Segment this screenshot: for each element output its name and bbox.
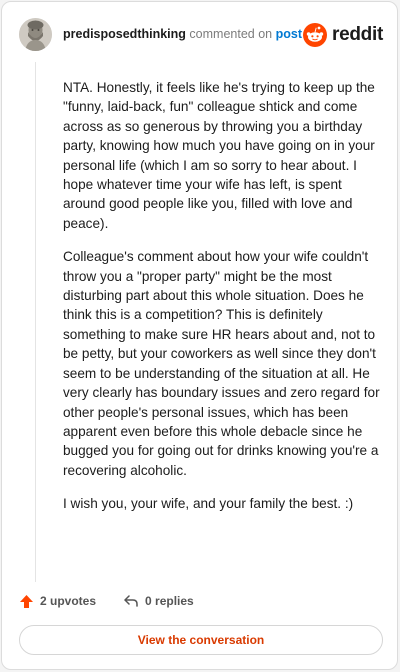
reply-button[interactable]: 0 replies	[123, 594, 194, 608]
reply-arrow-icon	[124, 595, 138, 607]
view-conversation-button[interactable]: View the conversation	[19, 625, 383, 655]
comment-paragraph: Colleague's comment about how your wife …	[63, 249, 380, 478]
upvote-button[interactable]: 2 upvotes	[19, 594, 96, 609]
action-text: commented on	[189, 27, 273, 41]
reddit-logo-icon	[303, 23, 328, 47]
author-name[interactable]: predisposedthinking	[63, 27, 186, 41]
comment-body: NTA. Honestly, it feels like he's trying…	[63, 78, 383, 528]
upvote-arrow-icon	[20, 594, 33, 608]
author-line: predisposedthinking commented on post	[63, 27, 302, 41]
upvote-count: 2 upvotes	[40, 594, 97, 608]
comment-card: predisposedthinking commented on post re…	[1, 1, 398, 670]
comment-actions: 2 upvotes 0 replies	[19, 591, 221, 611]
avatar[interactable]	[19, 18, 52, 51]
comment-paragraph: NTA. Honestly, it feels like he's trying…	[63, 80, 375, 231]
comment-header: predisposedthinking commented on post re…	[19, 17, 383, 53]
comment-paragraph: I wish you, your wife, and your family t…	[63, 496, 354, 512]
reply-count: 0 replies	[145, 594, 194, 608]
brand-wordmark: reddit	[332, 24, 383, 45]
post-link[interactable]: post	[276, 27, 302, 41]
bust-statue-icon	[19, 18, 52, 51]
reddit-brand[interactable]: reddit	[303, 21, 383, 49]
thread-line	[35, 62, 36, 582]
